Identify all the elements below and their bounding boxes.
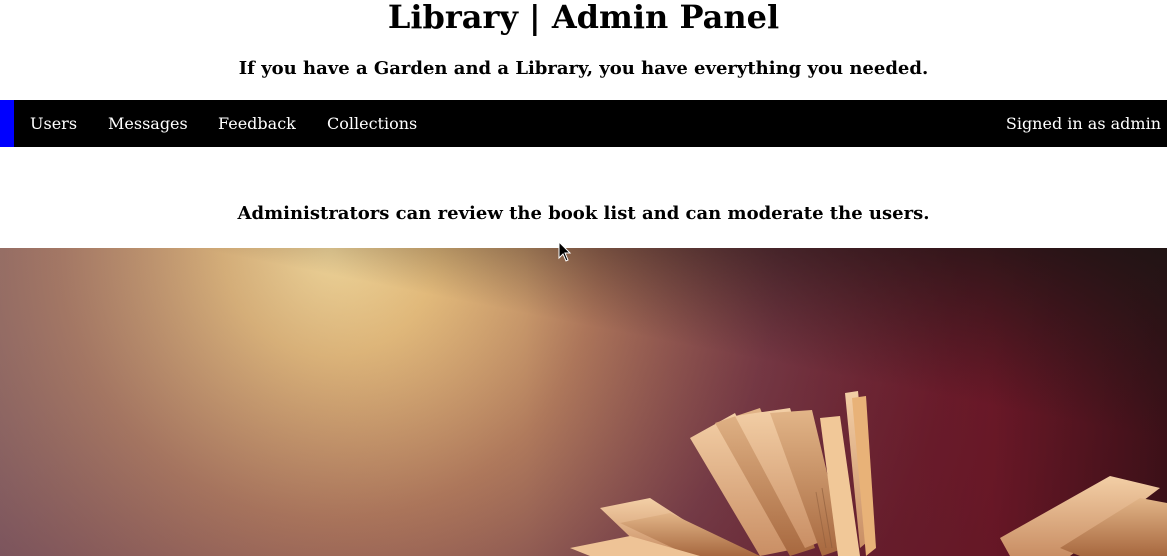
nav-item-collections[interactable]: Collections — [327, 100, 417, 147]
top-navbar: Users Messages Feedback Collections Sign… — [0, 100, 1167, 147]
page-tagline: If you have a Garden and a Library, you … — [238, 58, 929, 79]
hero-image — [0, 248, 1167, 556]
admin-page: Library | Admin Panel If you have a Gard… — [0, 0, 1167, 556]
navbar-accent-bar — [0, 100, 14, 147]
nav-item-feedback[interactable]: Feedback — [218, 100, 296, 147]
signed-in-status: Signed in as admin — [1005, 114, 1161, 133]
page-title: Library | Admin Panel — [387, 0, 780, 36]
intro-text: Administrators can review the book list … — [237, 203, 930, 224]
nav-item-users[interactable]: Users — [30, 100, 77, 147]
open-book-photo — [0, 248, 1167, 556]
nav-item-messages[interactable]: Messages — [108, 100, 188, 147]
